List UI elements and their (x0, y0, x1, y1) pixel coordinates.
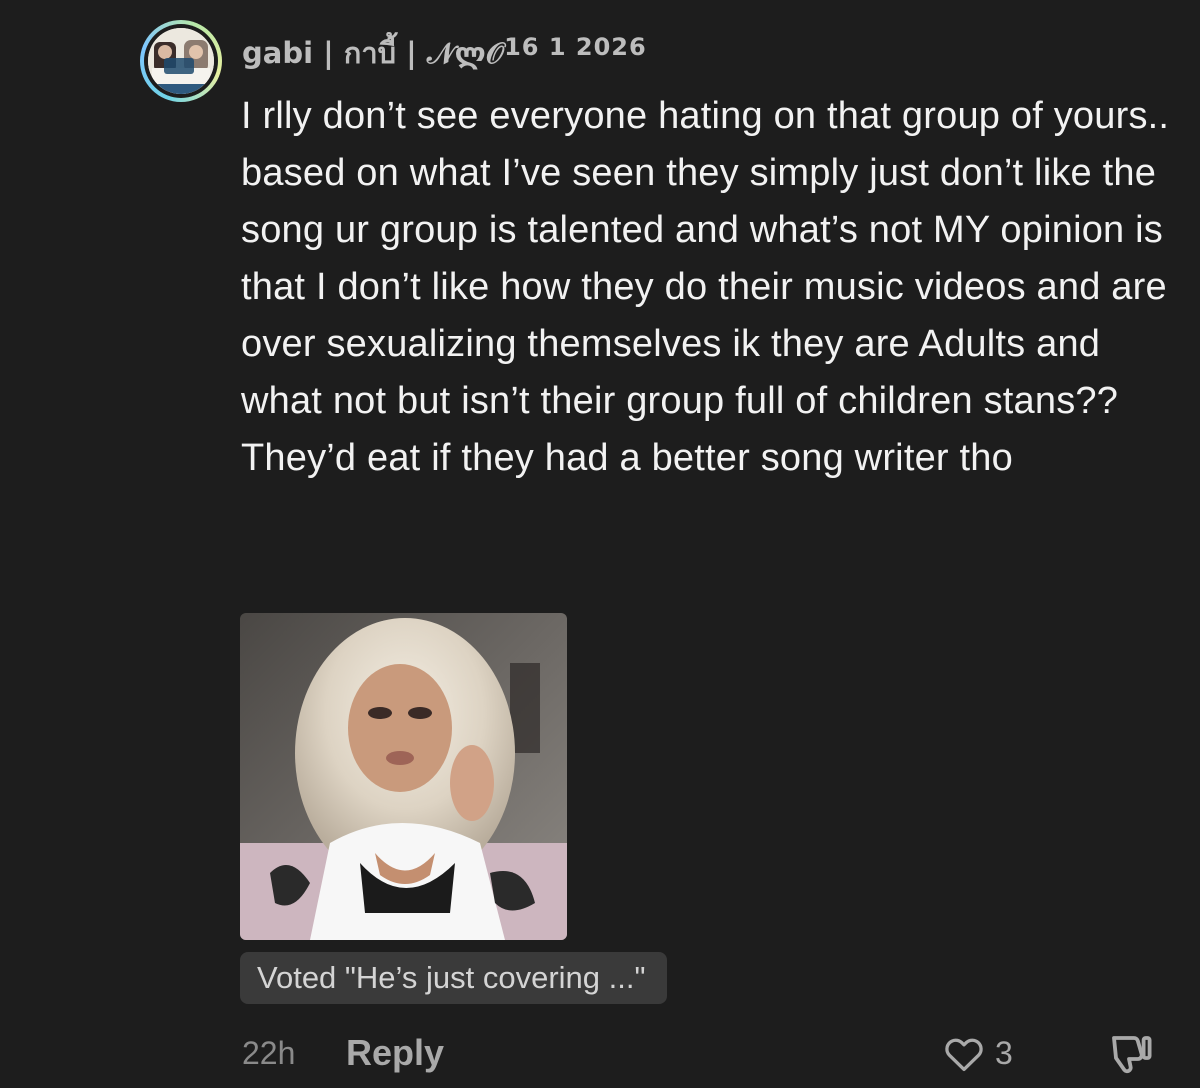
reply-button[interactable]: Reply (346, 1032, 444, 1074)
like-button[interactable]: 3 (943, 1034, 1013, 1072)
gif-image (240, 613, 567, 940)
username[interactable]: gabi | กาบี้ | 𝒩ლ𝒪 (242, 30, 504, 76)
avatar[interactable] (148, 28, 214, 94)
comment-gif[interactable] (240, 613, 567, 940)
thumbs-down-icon (1112, 1036, 1152, 1074)
avatar-image (148, 28, 214, 94)
comment-date: 16 1 2026 (504, 33, 647, 61)
dislike-button[interactable] (1106, 1032, 1154, 1076)
comment-header: gabi | กาบี้ | 𝒩ლ𝒪 16 1 2026 (242, 30, 647, 76)
like-count: 3 (995, 1034, 1013, 1071)
comment-timestamp: 22h (242, 1035, 296, 1071)
comment-item: gabi | กาบี้ | 𝒩ლ𝒪 16 1 2026 I rlly don’… (0, 0, 1200, 1088)
avatar-story-ring[interactable] (140, 20, 222, 102)
heart-icon (945, 1038, 983, 1072)
comment-text: I rlly don’t see everyone hating on that… (241, 95, 1170, 479)
avatar-border (144, 24, 218, 98)
vote-badge[interactable]: Voted "He’s just covering ..." (240, 952, 668, 1004)
